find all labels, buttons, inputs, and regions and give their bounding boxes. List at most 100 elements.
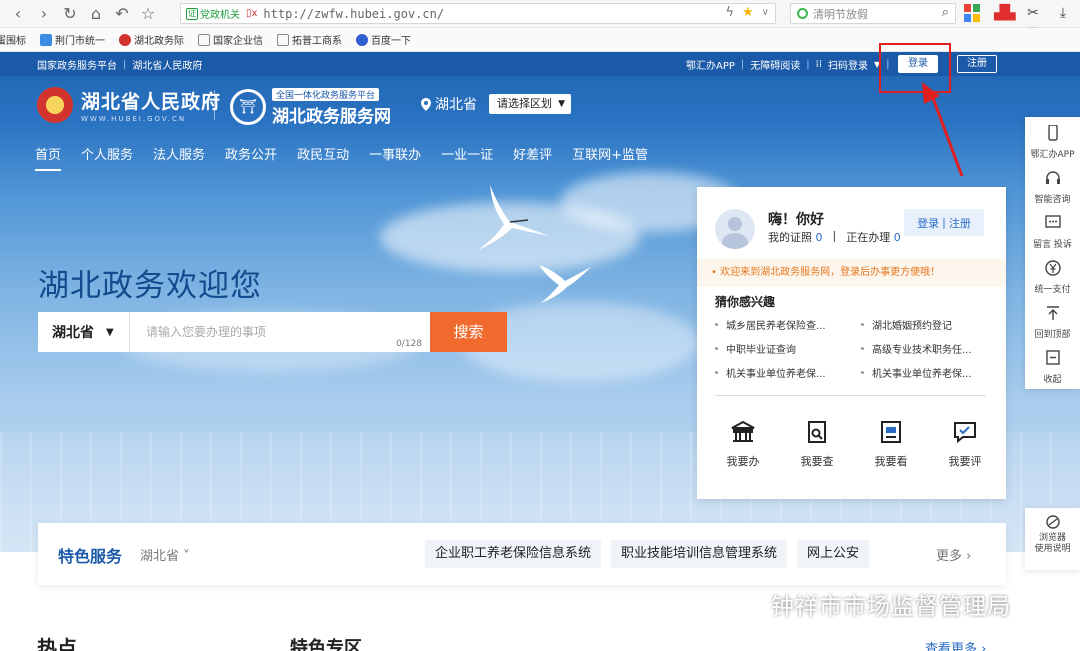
view-more-link[interactable]: 查看更多 › — [925, 638, 986, 651]
reload-button[interactable]: ↻ — [58, 2, 82, 26]
hero-search-bar: 湖北省 ▼ 请输入您要办理的事项 0/128 搜索 — [38, 312, 507, 352]
quick-view[interactable]: 我要看 — [871, 419, 911, 469]
feature-chip[interactable]: 职业技能培训信息管理系统 — [611, 540, 788, 568]
province-select[interactable]: 湖北省 ▼ — [38, 312, 130, 352]
download-icon[interactable]: ⤓ — [1054, 4, 1072, 22]
float-back-to-top[interactable]: 回到顶部 — [1025, 297, 1080, 342]
headset-icon — [1045, 171, 1060, 184]
float-message[interactable]: 留言 投诉 — [1025, 207, 1080, 252]
undo-close-tab-button[interactable]: ↶ — [110, 2, 134, 26]
guess-item[interactable]: 机关事业单位养老保... — [861, 365, 990, 380]
forward-button[interactable]: › — [32, 2, 56, 26]
watermark-text: 钟祥市市场监督管理局 — [771, 594, 1011, 620]
watermark: 钟祥市市场监督管理局 — [735, 587, 1011, 621]
favorite-button[interactable]: ☆ — [136, 2, 160, 26]
browser-search-box[interactable]: 清明节放假 ⌕ — [790, 3, 956, 24]
user-card: 嗨！你好 我的证照 0 | 正在办理 0 登录 | 注册 • 欢迎来到湖北政务服… — [697, 187, 1006, 499]
quick-rate[interactable]: 我要评 — [945, 419, 985, 469]
chevron-down-icon[interactable]: ∨ — [762, 7, 769, 18]
qr-icon: ⁞⁞ — [815, 58, 823, 70]
topbar-link-qr-login[interactable]: 扫码登录 — [828, 57, 868, 72]
feature-chip[interactable]: 企业职工养老保险信息系统 — [425, 540, 602, 568]
baidu-paw-icon — [356, 33, 368, 46]
nav-personal[interactable]: 个人服务 — [81, 144, 133, 171]
side-float-bar: 鄂汇办APP 智能咨询 留言 投诉 统一支付 回到顶部 收起 — [1025, 117, 1080, 389]
home-button[interactable]: ⌂ — [84, 2, 108, 26]
national-emblem-icon — [37, 87, 73, 123]
search-icon[interactable]: ⌕ — [942, 5, 949, 20]
quick-actions: 我要办 我要查 我要看 我要评 — [723, 419, 985, 469]
nav-interaction[interactable]: 政民互动 — [297, 144, 349, 171]
mobile-icon[interactable]: ▯x — [246, 8, 257, 19]
apps-grid-icon[interactable] — [964, 4, 982, 22]
collapse-icon — [1045, 350, 1060, 365]
feature-province-select[interactable]: 湖北省 ˅ — [140, 545, 190, 564]
topbar-separator: | — [123, 58, 127, 70]
register-button[interactable]: 注册 — [957, 55, 997, 73]
nav-home[interactable]: 首页 — [35, 144, 62, 171]
bookmark-item[interactable]: 湖北政务际 — [119, 32, 184, 47]
topbar-link-accessibility[interactable]: 无障碍阅读 — [750, 57, 800, 72]
float-consult[interactable]: 智能咨询 — [1025, 162, 1080, 207]
nav-legal-person[interactable]: 法人服务 — [153, 144, 205, 171]
guess-title: 猜你感兴趣 — [715, 295, 776, 309]
bolt-icon[interactable]: ϟ — [725, 5, 734, 20]
address-bar[interactable]: 证 党政机关 ▯x http://zwfw.hubei.gov.cn/ ϟ ★ … — [180, 3, 776, 24]
quick-query[interactable]: 我要查 — [797, 419, 837, 469]
float-collapse[interactable]: 收起 — [1025, 342, 1080, 387]
location-label: 湖北省 — [435, 97, 477, 113]
bookmark-item[interactable]: 荆门市统一 — [40, 32, 105, 47]
red-arrow-annotation — [922, 82, 964, 177]
bookmark-item[interactable]: 百度一下 — [356, 32, 411, 47]
nav-one-thing[interactable]: 一事联办 — [369, 144, 421, 171]
bookmark-star-icon[interactable]: ★ — [742, 5, 754, 20]
guess-item[interactable]: 中职毕业证查询 — [715, 341, 861, 356]
feature-more-link[interactable]: 更多 › — [936, 545, 971, 564]
card-divider — [715, 395, 986, 396]
hubei-gov-logo[interactable]: 湖北省人民政府 WWW.HUBEI.GOV.CN — [37, 87, 221, 123]
service-search-placeholder: 请输入您要办理的事项 — [146, 325, 267, 339]
gov-site-badge[interactable]: 证 党政机关 — [186, 6, 240, 21]
browser-guide-icon — [1045, 515, 1060, 529]
topbar-link-hubei-gov[interactable]: 湖北省人民政府 — [132, 57, 202, 72]
quick-handle[interactable]: 我要办 — [723, 419, 763, 469]
bookmark-item[interactable]: 蛋围标 — [0, 32, 26, 47]
search-document-icon — [808, 421, 826, 443]
avatar[interactable] — [715, 209, 755, 249]
guess-item[interactable]: 高级专业技术职务任... — [861, 341, 990, 356]
nav-gov-public[interactable]: 政务公开 — [225, 144, 277, 171]
browser-guide-float[interactable]: 浏览器 使用说明 — [1025, 508, 1080, 570]
pending-stat[interactable]: 正在办理 0 — [846, 229, 901, 245]
card-register-link[interactable]: 注册 — [949, 215, 971, 231]
nav-rating[interactable]: 好差评 — [513, 144, 552, 171]
feature-chip[interactable]: 网上公安 — [797, 540, 870, 568]
url-text[interactable]: http://zwfw.hubei.gov.cn/ — [263, 7, 444, 21]
chevron-right-icon: › — [962, 549, 972, 564]
back-button[interactable]: ‹ — [6, 2, 30, 26]
nav-supervision[interactable]: 互联网+监管 — [572, 144, 648, 171]
float-app[interactable]: 鄂汇办APP — [1025, 117, 1080, 162]
platform-logo[interactable]: ⛩ 全国一体化政务服务平台 湖北政务服务网 — [230, 87, 391, 127]
search-button[interactable]: 搜索 — [430, 312, 507, 352]
bookmark-item[interactable]: 拓普工商系 — [277, 32, 342, 47]
region-select[interactable]: 请选择区划 ▼ — [489, 94, 571, 114]
chevron-right-icon: › — [40, 4, 48, 23]
bookmark-item[interactable]: 国家企业信 — [198, 32, 263, 47]
nav-one-license[interactable]: 一业一证 — [441, 144, 493, 171]
topbar-link-app[interactable]: 鄂汇办APP — [686, 57, 735, 72]
card-login-link[interactable]: 登录 — [917, 215, 939, 231]
float-payment[interactable]: 统一支付 — [1025, 252, 1080, 297]
guess-item[interactable]: 机关事业单位养老保... — [715, 365, 861, 380]
topbar-link-national-platform[interactable]: 国家政务服务平台 — [37, 57, 117, 72]
guess-item[interactable]: 湖北婚姻预约登记 — [861, 317, 990, 332]
service-search-input[interactable]: 请输入您要办理的事项 0/128 — [130, 312, 430, 352]
current-location: 湖北省 — [421, 94, 477, 114]
guess-item[interactable]: 城乡居民养老保险查... — [715, 317, 861, 332]
game-icon[interactable]: ▟▙ — [994, 4, 1016, 22]
message-icon — [1044, 215, 1061, 228]
scissors-icon[interactable]: ✂▾ — [1024, 4, 1042, 39]
logo-divider — [214, 90, 215, 120]
license-stat[interactable]: 我的证照 0 — [768, 229, 823, 245]
yen-icon — [1044, 260, 1061, 276]
caret-down-icon: ▼ — [558, 99, 565, 109]
